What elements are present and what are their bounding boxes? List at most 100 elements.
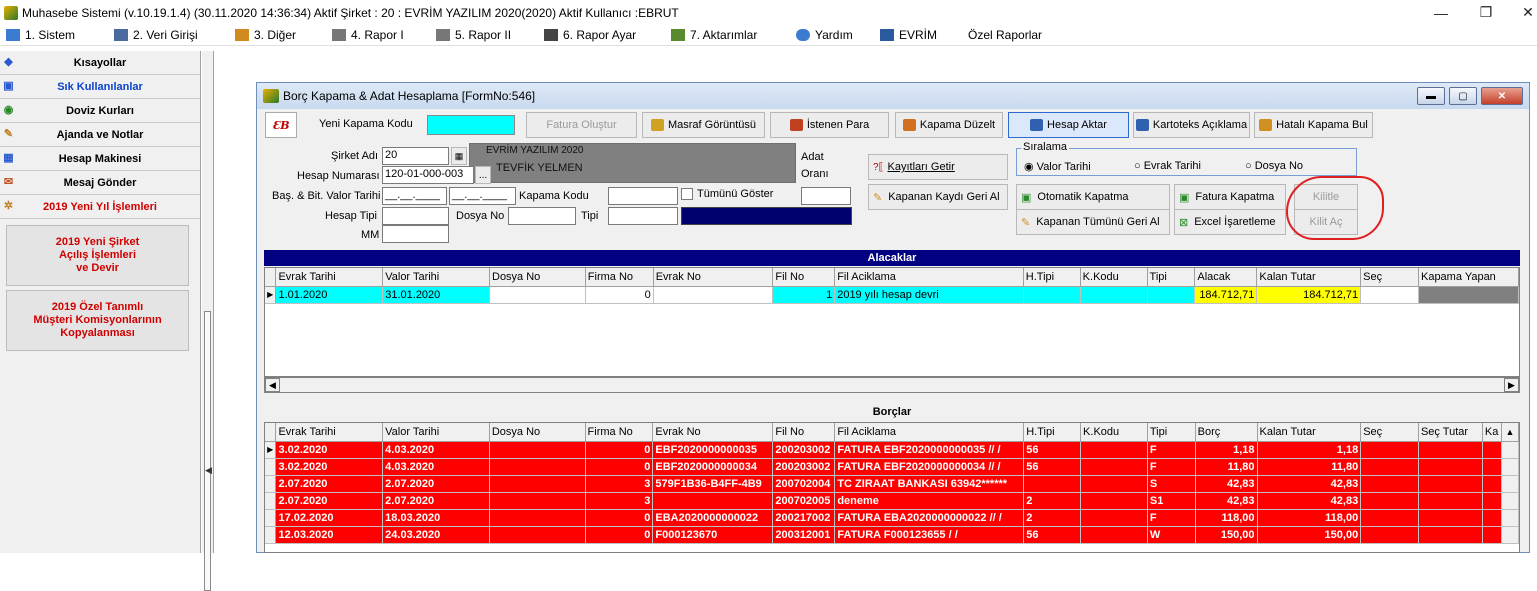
restore-button[interactable]: ❐ xyxy=(1463,0,1509,25)
table-cell[interactable]: 17.02.2020 xyxy=(275,509,384,527)
auto-close-button[interactable]: ▣ Otomatik Kapatma xyxy=(1016,184,1170,210)
table-cell[interactable] xyxy=(1360,458,1419,476)
table-cell[interactable]: 3.02.2020 xyxy=(275,441,384,459)
edit-closing-button[interactable]: Kapama Düzelt xyxy=(895,112,1003,138)
menu-ozel-raporlar[interactable]: Özel Raporlar xyxy=(962,25,1062,46)
column-header[interactable]: Seç xyxy=(1360,268,1419,287)
table-cell[interactable] xyxy=(1080,509,1148,527)
table-cell[interactable]: 118,00 xyxy=(1257,509,1362,527)
column-header[interactable]: H.Tipi xyxy=(1023,268,1081,287)
calendar-icon[interactable]: ▦ xyxy=(451,147,467,165)
table-cell[interactable] xyxy=(1360,475,1419,493)
table-cell[interactable] xyxy=(1482,492,1502,510)
table-cell[interactable]: W xyxy=(1147,526,1196,544)
scrollbar-track[interactable] xyxy=(1501,441,1519,459)
menu-yardim[interactable]: Yardım xyxy=(790,25,874,46)
column-header[interactable]: Tipi xyxy=(1147,423,1196,442)
table-cell[interactable]: 2.07.2020 xyxy=(382,475,490,493)
table-cell[interactable] xyxy=(1080,475,1148,493)
scroll-left-icon[interactable]: ◀ xyxy=(265,378,280,392)
table-cell[interactable]: S1 xyxy=(1147,492,1196,510)
table-cell[interactable]: 3 xyxy=(585,492,654,510)
table-cell[interactable] xyxy=(652,492,774,510)
table-cell[interactable]: 56 xyxy=(1023,441,1082,459)
create-invoice-button[interactable]: Fatura Oluştur xyxy=(526,112,637,138)
menu-rapor-ayar[interactable]: 6. Rapor Ayar xyxy=(538,25,665,46)
undo-all-closed-button[interactable]: ✎ Kapanan Tümünü Geri Al xyxy=(1016,209,1170,235)
minimize-button[interactable]: — xyxy=(1418,0,1464,25)
table-cell[interactable]: 2.07.2020 xyxy=(382,492,490,510)
table-cell[interactable] xyxy=(1482,526,1502,544)
type-input[interactable] xyxy=(608,207,678,225)
mm-input[interactable] xyxy=(382,225,449,243)
menu-sistem[interactable]: 1. Sistem xyxy=(0,25,108,46)
table-cell[interactable]: 24.03.2020 xyxy=(382,526,490,544)
new-company-opening-button[interactable]: 2019 Yeni Şirket Açılış İşlemleri ve Dev… xyxy=(6,225,189,286)
column-header[interactable]: Dosya No xyxy=(489,268,586,287)
collapse-arrow-icon[interactable]: ◀ xyxy=(205,465,212,476)
menu-veri-girisi[interactable]: 2. Veri Girişi xyxy=(108,25,229,46)
table-cell[interactable]: FATURA EBF2020000000035 // / xyxy=(834,441,1025,459)
show-all-checkbox[interactable] xyxy=(681,188,693,200)
column-header[interactable]: Seç xyxy=(1360,423,1419,442)
column-header[interactable]: Borç xyxy=(1195,423,1258,442)
form-close-button[interactable]: ✕ xyxy=(1481,87,1523,105)
column-header[interactable]: Dosya No xyxy=(489,423,586,442)
menu-diger[interactable]: 3. Diğer xyxy=(229,25,326,46)
sidebar-item-message[interactable]: ✉ Mesaj Gönder xyxy=(0,171,200,195)
table-cell[interactable] xyxy=(1482,458,1502,476)
sidebar-item-currency[interactable]: ◉ Doviz Kurları xyxy=(0,99,200,123)
table-cell[interactable] xyxy=(1418,492,1483,510)
table-cell[interactable]: 150,00 xyxy=(1257,526,1362,544)
column-header[interactable]: Kalan Tutar xyxy=(1257,423,1362,442)
receivables-row[interactable]: ▶ 1.01.2020 31.01.2020 0 1 2019 yılı hes… xyxy=(265,286,1519,304)
scroll-up-icon[interactable]: ▲ xyxy=(1501,423,1519,442)
table-cell[interactable] xyxy=(1482,441,1502,459)
table-cell[interactable]: F xyxy=(1147,509,1196,527)
column-header[interactable]: K.Kodu xyxy=(1080,268,1148,287)
sidebar-item-kisayollar[interactable]: ◆ Kısayollar xyxy=(0,51,200,75)
scrollbar-track[interactable] xyxy=(1501,509,1519,527)
account-type-input[interactable] xyxy=(382,207,449,225)
table-cell[interactable]: 118,00 xyxy=(1195,509,1258,527)
column-header[interactable]: Evrak Tarihi xyxy=(275,423,384,442)
table-cell[interactable] xyxy=(1482,475,1502,493)
company-code-input[interactable]: 20 xyxy=(382,147,449,165)
account-browse-button[interactable]: ... xyxy=(475,166,491,184)
close-button[interactable]: ✕ xyxy=(1505,0,1537,25)
column-header[interactable]: Alacak xyxy=(1194,268,1258,287)
column-header[interactable]: Kalan Tutar xyxy=(1256,268,1362,287)
start-date-input[interactable]: __.__.____ xyxy=(382,187,447,205)
copy-commissions-button[interactable]: 2019 Özel Tanımlı Müşteri Komisyonlarını… xyxy=(6,290,189,351)
debts-row[interactable]: 12.03.2020 24.03.2020 0 F000123670 200312001… xyxy=(265,526,1519,544)
table-cell[interactable] xyxy=(489,526,586,544)
column-header[interactable]: Firma No xyxy=(585,423,654,442)
table-cell[interactable]: 18.03.2020 xyxy=(382,509,490,527)
table-cell[interactable]: FATURA F000123655 / / xyxy=(834,526,1025,544)
table-cell[interactable] xyxy=(1418,475,1483,493)
receivables-grid[interactable]: Evrak Tarihi Valor Tarihi Dosya No Firma… xyxy=(264,267,1520,377)
table-cell[interactable] xyxy=(1080,526,1148,544)
table-cell[interactable] xyxy=(1023,475,1082,493)
column-header[interactable]: Tipi xyxy=(1147,268,1196,287)
table-cell[interactable] xyxy=(489,286,586,304)
column-header[interactable]: Seç Tutar xyxy=(1418,423,1483,442)
table-cell[interactable]: 579F1B36-B4FF-4B9 xyxy=(652,475,774,493)
table-cell[interactable]: 0 xyxy=(585,458,654,476)
table-cell[interactable]: 1,18 xyxy=(1257,441,1362,459)
table-cell[interactable]: 56 xyxy=(1023,458,1082,476)
table-cell[interactable]: 2019 yılı hesap devri xyxy=(834,286,1024,304)
table-cell[interactable] xyxy=(1360,441,1419,459)
table-cell[interactable]: 42,83 xyxy=(1257,475,1362,493)
column-header[interactable]: Evrak No xyxy=(653,268,774,287)
card-note-button[interactable]: Kartoteks Açıklama xyxy=(1133,112,1250,138)
table-cell[interactable]: TC ZIRAAT BANKASI 63942****** xyxy=(834,475,1025,493)
table-cell[interactable]: 184.712,71 xyxy=(1194,286,1258,304)
menu-evrim[interactable]: EVRİM xyxy=(874,25,962,46)
table-cell[interactable] xyxy=(489,458,586,476)
table-cell[interactable]: 42,83 xyxy=(1257,492,1362,510)
scrollbar-track[interactable] xyxy=(1501,458,1519,476)
scroll-right-icon[interactable]: ▶ xyxy=(1504,378,1519,392)
table-cell[interactable]: 4.03.2020 xyxy=(382,441,490,459)
table-cell[interactable] xyxy=(1080,286,1148,304)
